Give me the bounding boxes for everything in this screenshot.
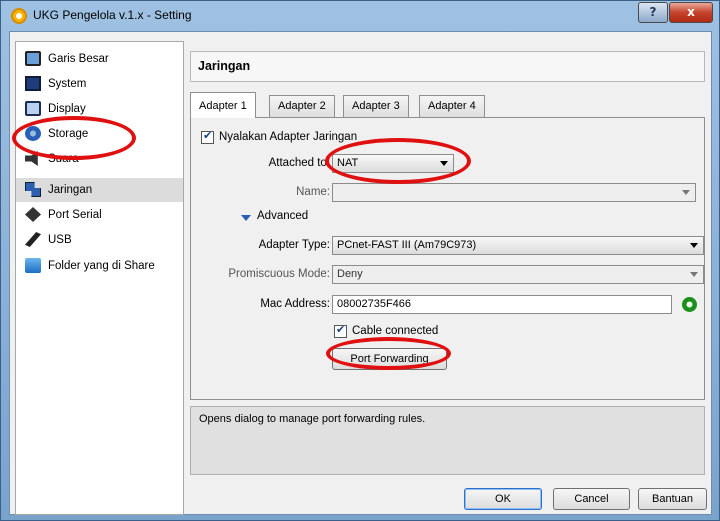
tab-adapter-1[interactable]: Adapter 1 — [190, 92, 256, 118]
mac-address-value: 08002735F466 — [337, 298, 412, 310]
sidebar-item-port-serial[interactable]: Port Serial — [16, 203, 183, 227]
cable-connected-label: Cable connected — [352, 325, 439, 337]
sidebar-item-label: USB — [48, 234, 72, 246]
sidebar-item-jaringan[interactable]: Jaringan — [16, 178, 183, 202]
name-select[interactable] — [332, 183, 696, 202]
refresh-mac-icon[interactable] — [682, 297, 697, 312]
speaker-icon — [25, 151, 38, 166]
network-icon — [25, 182, 41, 197]
sidebar-item-label: System — [48, 78, 87, 90]
ok-button[interactable]: OK — [464, 488, 542, 510]
port-forwarding-button[interactable]: Port Forwarding — [332, 348, 447, 370]
tab-adapter-3[interactable]: Adapter 3 — [343, 95, 409, 117]
tab-adapter-4[interactable]: Adapter 4 — [419, 95, 485, 117]
cancel-button[interactable]: Cancel — [553, 488, 630, 510]
settings-window: UKG Pengelola v.1.x - Setting ? x Garis … — [0, 0, 720, 521]
sidebar-item-label: Suara — [48, 153, 79, 165]
page-title: Jaringan — [190, 51, 705, 82]
attached-to-value: NAT — [337, 157, 359, 169]
sidebar-item-suara[interactable]: Suara — [16, 147, 183, 171]
serial-port-icon — [25, 207, 41, 222]
app-gear-icon — [11, 8, 27, 24]
window-title: UKG Pengelola v.1.x - Setting — [33, 8, 192, 22]
enable-adapter-checkbox[interactable] — [201, 129, 214, 144]
folder-icon — [25, 258, 41, 273]
sidebar-item-display[interactable]: Display — [16, 97, 183, 121]
adapter-type-label: Adapter Type: — [258, 239, 330, 251]
usb-icon — [25, 232, 41, 247]
chip-icon — [25, 76, 41, 91]
display-icon — [25, 101, 41, 116]
help-caption-button[interactable]: ? — [638, 2, 668, 23]
chevron-down-icon — [690, 272, 698, 277]
attached-to-label: Attached to: — [268, 157, 330, 169]
close-button[interactable]: x — [669, 2, 713, 23]
settings-sidebar: Garis Besar System Display Storage Suara… — [15, 41, 184, 515]
sidebar-item-folder-share[interactable]: Folder yang di Share — [16, 254, 183, 278]
title-bar[interactable]: UKG Pengelola v.1.x - Setting ? x — [1, 1, 719, 31]
sidebar-item-label: Garis Besar — [48, 53, 109, 65]
help-button[interactable]: Bantuan — [638, 488, 707, 510]
sidebar-item-garis-besar[interactable]: Garis Besar — [16, 47, 183, 71]
attached-to-select[interactable]: NAT — [332, 154, 454, 173]
sidebar-item-label: Port Serial — [48, 209, 102, 221]
chevron-down-icon — [682, 190, 690, 195]
enable-adapter-label: Nyalakan Adapter Jaringan — [219, 131, 358, 143]
adapter-tab-panel: Nyalakan Adapter Jaringan Attached to: N… — [190, 117, 705, 400]
dialog-client-area: Garis Besar System Display Storage Suara… — [9, 31, 712, 515]
sidebar-item-label: Jaringan — [48, 184, 93, 196]
status-text: Opens dialog to manage port forwarding r… — [199, 413, 426, 425]
tab-adapter-2[interactable]: Adapter 2 — [269, 95, 335, 117]
chevron-down-icon — [690, 243, 698, 248]
sidebar-item-label: Folder yang di Share — [48, 260, 155, 272]
sidebar-item-usb[interactable]: USB — [16, 228, 183, 252]
disk-icon — [25, 126, 41, 141]
sidebar-item-label: Display — [48, 103, 86, 115]
sidebar-item-system[interactable]: System — [16, 72, 183, 96]
mac-address-label: Mac Address: — [260, 298, 330, 310]
status-description: Opens dialog to manage port forwarding r… — [190, 406, 705, 475]
monitor-icon — [25, 51, 41, 66]
sidebar-item-label: Storage — [48, 128, 89, 140]
mac-address-field[interactable]: 08002735F466 — [332, 295, 672, 314]
sidebar-item-storage[interactable]: Storage — [16, 122, 183, 146]
advanced-expand-icon[interactable] — [241, 215, 251, 221]
promiscuous-mode-select[interactable]: Deny — [332, 265, 704, 284]
promiscuous-mode-value: Deny — [337, 268, 363, 280]
adapter-type-value: PCnet-FAST III (Am79C973) — [337, 239, 477, 251]
advanced-toggle[interactable]: Advanced — [257, 210, 308, 222]
chevron-down-icon — [440, 161, 448, 166]
cable-connected-checkbox[interactable] — [334, 323, 347, 338]
name-label: Name: — [296, 186, 330, 198]
promiscuous-mode-label: Promiscuous Mode: — [228, 268, 330, 280]
adapter-type-select[interactable]: PCnet-FAST III (Am79C973) — [332, 236, 704, 255]
